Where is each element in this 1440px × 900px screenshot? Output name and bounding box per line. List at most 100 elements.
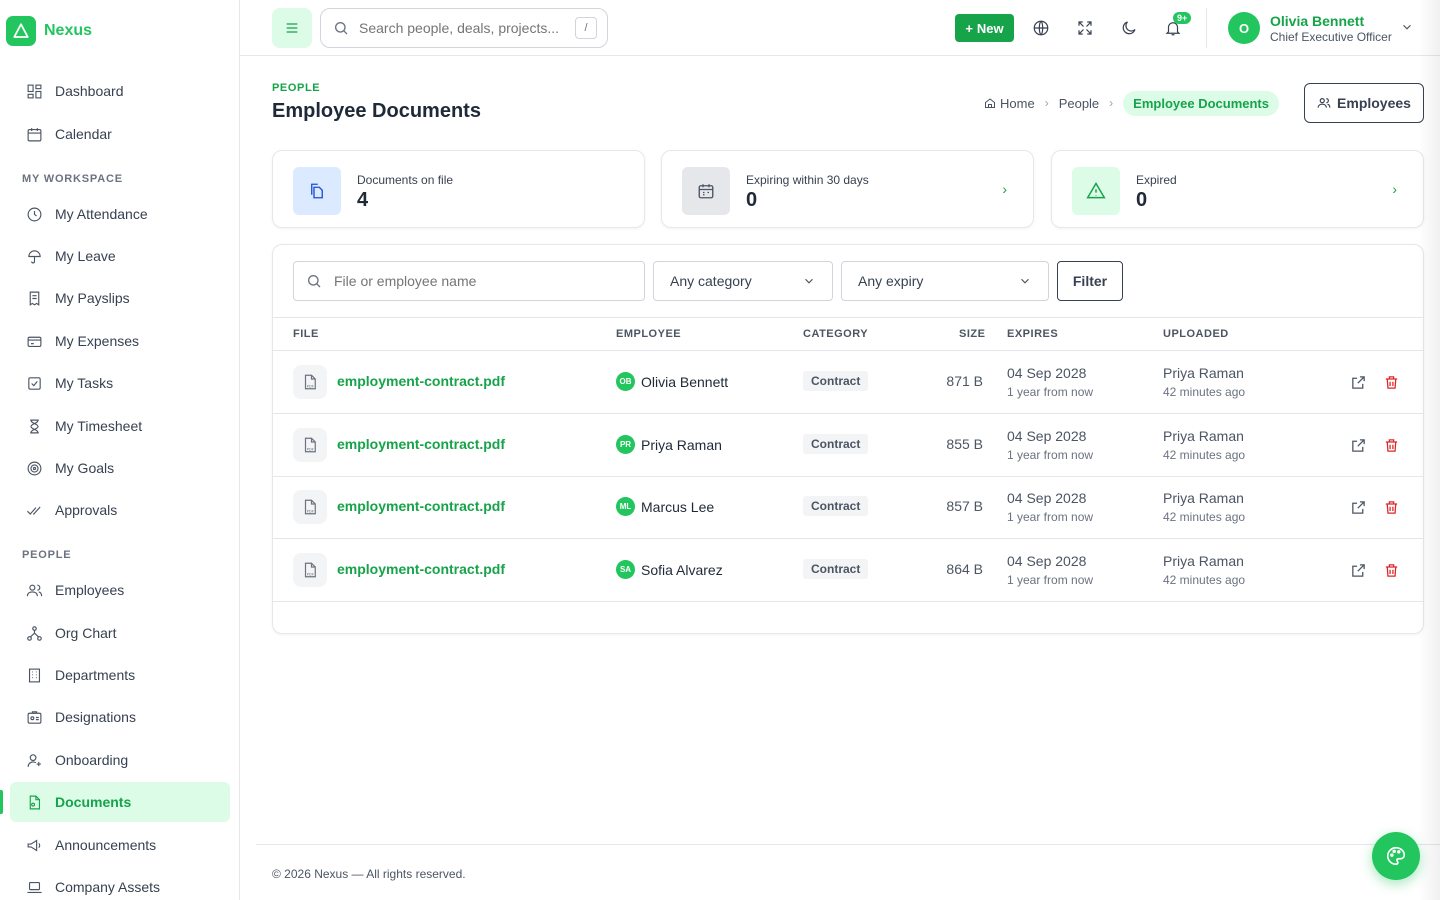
sidebar-item-my-attendance[interactable]: My Attendance <box>10 194 230 234</box>
file-size: 857 B <box>946 498 983 514</box>
stat-card-expired[interactable]: Expired 0 › <box>1051 150 1424 228</box>
expiry-select[interactable]: Any expiry <box>841 261 1049 301</box>
sidebar-item-my-payslips[interactable]: My Payslips <box>10 278 230 318</box>
employee-cell[interactable]: OB Olivia Bennett <box>616 372 728 391</box>
search-icon <box>308 275 321 288</box>
theme-customizer-button[interactable] <box>1372 832 1420 880</box>
calendar-icon <box>27 127 42 141</box>
file-name-link[interactable]: employment-contract.pdf <box>337 373 505 389</box>
column-header-file[interactable]: FILE <box>293 328 319 340</box>
stat-label: Expired <box>1136 173 1177 187</box>
avatar: PR <box>616 435 635 454</box>
users-icon <box>1317 98 1331 108</box>
open-external-button[interactable] <box>1348 560 1368 580</box>
notifications-button[interactable]: 9+ <box>1155 10 1192 46</box>
breadcrumb-people[interactable]: People <box>1059 96 1099 111</box>
global-search[interactable]: / <box>320 8 608 48</box>
delete-button[interactable] <box>1381 497 1401 517</box>
sidebar-item-departments[interactable]: Departments <box>10 655 230 695</box>
filter-button[interactable]: Filter <box>1057 261 1123 301</box>
document-search[interactable] <box>293 261 645 301</box>
nexus-logo-icon <box>6 16 36 46</box>
uploaded-relative: 42 minutes ago <box>1163 573 1246 587</box>
sidebar-item-label: My Tasks <box>55 375 114 391</box>
sidebar-item-documents[interactable]: Documents <box>10 782 230 822</box>
stat-value: 4 <box>357 189 369 211</box>
sidebar-item-my-timesheet[interactable]: My Timesheet <box>10 406 230 446</box>
category-select-value: Any category <box>670 273 752 289</box>
sidebar-item-org-chart[interactable]: Org Chart <box>10 613 230 653</box>
column-header-expires[interactable]: EXPIRES <box>1007 328 1058 340</box>
avatar: SA <box>616 560 635 579</box>
employees-button[interactable]: Employees <box>1304 83 1424 123</box>
top-bar: / + New 9+ O Olivia Bennett Chief Execut… <box>240 0 1440 56</box>
nav-section-people: PEOPLE <box>22 549 72 561</box>
sidebar-item-dashboard[interactable]: Dashboard <box>10 71 230 111</box>
uploaded-relative: 42 minutes ago <box>1163 510 1246 524</box>
open-external-button[interactable] <box>1348 435 1368 455</box>
category-badge: Contract <box>803 434 869 454</box>
sidebar-item-label: My Goals <box>55 460 115 476</box>
chevron-right-icon: › <box>1392 181 1397 197</box>
clock-icon <box>27 207 42 221</box>
column-header-size[interactable]: SIZE <box>959 328 985 340</box>
sidebar-item-onboarding[interactable]: Onboarding <box>10 740 230 780</box>
external-link-icon <box>1351 500 1365 514</box>
stat-card-expiring[interactable]: Expiring within 30 days 0 › <box>661 150 1034 228</box>
theme-toggle-button[interactable] <box>1111 10 1147 46</box>
employee-cell[interactable]: SA Sofia Alvarez <box>616 560 723 579</box>
sidebar-item-approvals[interactable]: Approvals <box>10 490 230 530</box>
page-title: Employee Documents <box>272 100 481 122</box>
delete-button[interactable] <box>1381 372 1401 392</box>
language-button[interactable] <box>1023 10 1059 46</box>
file-name-link[interactable]: employment-contract.pdf <box>337 436 505 452</box>
sidebar-item-my-expenses[interactable]: My Expenses <box>10 321 230 361</box>
open-external-button[interactable] <box>1348 372 1368 392</box>
table-row: PDF employment-contract.pdf OB Olivia Be… <box>273 351 1423 414</box>
expires-relative: 1 year from now <box>1007 385 1094 399</box>
chevron-down-icon[interactable] <box>1400 20 1414 34</box>
stat-value: 0 <box>1136 189 1148 211</box>
page-eyebrow: PEOPLE <box>272 82 321 94</box>
sidebar-item-label: My Attendance <box>55 206 148 222</box>
user-name[interactable]: Olivia Bennett <box>1270 13 1364 29</box>
fullscreen-button[interactable] <box>1067 10 1103 46</box>
plus-icon: + <box>965 20 973 36</box>
file-name-link[interactable]: employment-contract.pdf <box>337 561 505 577</box>
column-header-employee[interactable]: EMPLOYEE <box>616 328 681 340</box>
documents-icon <box>29 795 41 809</box>
user-avatar[interactable]: O <box>1228 12 1260 44</box>
document-search-input[interactable] <box>334 273 632 289</box>
pdf-file-icon: PDF <box>293 428 327 462</box>
sidebar-item-calendar[interactable]: Calendar <box>10 114 230 154</box>
delete-button[interactable] <box>1381 560 1401 580</box>
delete-button[interactable] <box>1381 435 1401 455</box>
employee-cell[interactable]: ML Marcus Lee <box>616 497 714 516</box>
stat-card-documents: Documents on file 4 <box>272 150 645 228</box>
category-select[interactable]: Any category <box>653 261 833 301</box>
open-external-button[interactable] <box>1348 497 1368 517</box>
menu-toggle-button[interactable] <box>272 8 312 48</box>
table-header: FILE EMPLOYEE CATEGORY SIZE EXPIRES UPLO… <box>273 317 1423 351</box>
global-search-input[interactable] <box>359 20 575 36</box>
file-name-link[interactable]: employment-contract.pdf <box>337 498 505 514</box>
sidebar-item-my-tasks[interactable]: My Tasks <box>10 363 230 403</box>
chevron-down-icon <box>1021 278 1029 284</box>
employee-cell[interactable]: PR Priya Raman <box>616 435 722 454</box>
sidebar-item-company-assets[interactable]: Company Assets <box>10 867 230 900</box>
sidebar-item-employees[interactable]: Employees <box>10 570 230 610</box>
trash-icon <box>1385 500 1397 514</box>
sidebar-item-my-leave[interactable]: My Leave <box>10 236 230 276</box>
column-header-uploaded[interactable]: UPLOADED <box>1163 328 1229 340</box>
sidebar-item-announcements[interactable]: Announcements <box>10 825 230 865</box>
brand-logo[interactable]: Nexus <box>6 16 92 46</box>
employee-name: Priya Raman <box>641 436 722 453</box>
sidebar-item-label: Dashboard <box>55 83 124 99</box>
new-button[interactable]: + New <box>955 14 1014 42</box>
breadcrumb-home[interactable]: Home <box>984 96 1035 111</box>
sidebar-item-my-goals[interactable]: My Goals <box>10 448 230 488</box>
category-badge: Contract <box>803 371 869 391</box>
expiry-select-value: Any expiry <box>858 273 924 289</box>
column-header-category[interactable]: CATEGORY <box>803 328 868 340</box>
sidebar-item-designations[interactable]: Designations <box>10 697 230 737</box>
